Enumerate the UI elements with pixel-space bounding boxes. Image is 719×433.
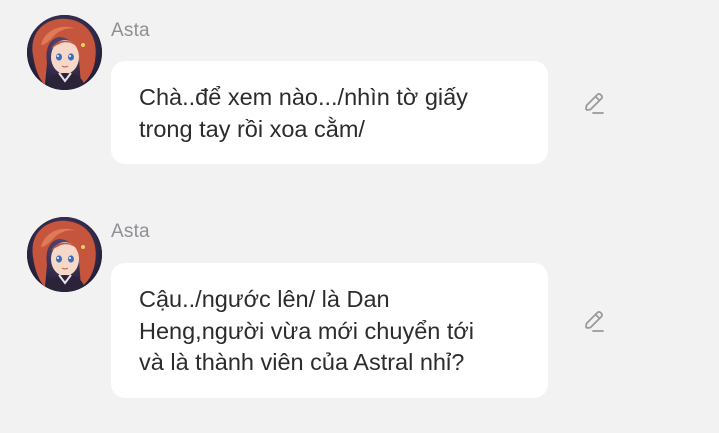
avatar[interactable] bbox=[27, 15, 102, 90]
sender-name: Asta bbox=[111, 20, 150, 41]
edit-message-button[interactable] bbox=[580, 89, 608, 117]
message-text-line: trong tay rồi xoa cằm/ bbox=[139, 115, 365, 142]
asta-avatar-image bbox=[27, 217, 102, 292]
sender-name: Asta bbox=[111, 221, 150, 242]
chat-thread: Asta Chà..để xem nào.../nhìn tờ giấy tro… bbox=[0, 0, 719, 433]
message-text-line: Chà..để xem nào.../nhìn tờ giấy bbox=[139, 84, 468, 110]
message-bubble[interactable]: Chà..để xem nào.../nhìn tờ giấy trong ta… bbox=[111, 61, 548, 164]
edit-pencil-icon bbox=[585, 311, 604, 332]
chat-message: Asta Cậu../ngước lên/ là Dan Heng,người … bbox=[0, 200, 719, 433]
edit-pencil-icon bbox=[585, 93, 604, 114]
chat-message: Asta Chà..để xem nào.../nhìn tờ giấy tro… bbox=[0, 0, 719, 200]
avatar[interactable] bbox=[27, 217, 102, 292]
message-text-line: và là thành viên của Astral nhỉ? bbox=[139, 349, 465, 375]
asta-avatar-image bbox=[27, 15, 102, 90]
message-text-line: Cậu../ngước lên/ là Dan bbox=[139, 286, 390, 312]
message-text-line: Heng,người vừa mới chuyển tới bbox=[139, 317, 475, 344]
edit-message-button[interactable] bbox=[580, 307, 608, 335]
message-bubble[interactable]: Cậu../ngước lên/ là Dan Heng,người vừa m… bbox=[111, 263, 548, 398]
